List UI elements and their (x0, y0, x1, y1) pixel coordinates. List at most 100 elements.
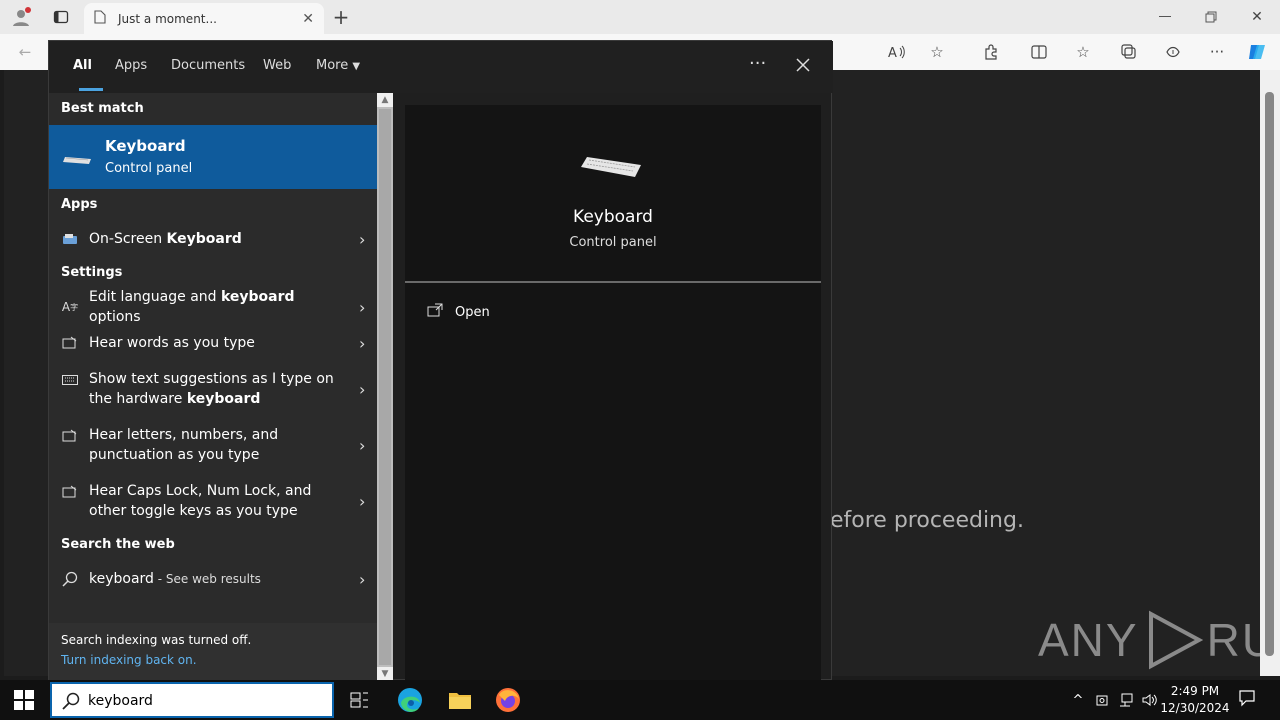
favorites-icon[interactable]: ☆ (1072, 41, 1094, 63)
web-search-result[interactable]: keyboard - See web results › (49, 569, 377, 589)
setting-hear-words[interactable]: Hear words as you type › (49, 333, 377, 353)
search-icon (62, 692, 80, 714)
page-message: efore proceeding. (830, 508, 1024, 533)
browser-essentials-icon[interactable] (1162, 41, 1184, 63)
chevron-up-icon[interactable]: ^ (1068, 690, 1088, 710)
setting-toggle-keys[interactable]: Hear Caps Lock, Num Lock, and other toggl… (49, 481, 377, 521)
minimize-icon[interactable] (1154, 6, 1176, 28)
tab-more-label: More (316, 58, 349, 73)
browser-tab-bar: Just a moment... ✕ + ✕ (0, 0, 1280, 34)
tab-web[interactable]: Web (263, 58, 291, 73)
profile-icon[interactable] (10, 6, 32, 28)
chevron-right-icon[interactable]: › (359, 298, 365, 317)
app-label-bold: Keyboard (166, 231, 242, 247)
scroll-up-icon[interactable]: ▲ (377, 93, 393, 107)
copilot-icon[interactable] (1246, 41, 1268, 63)
setting-text: Hear letters, numbers, and (89, 427, 279, 443)
narrator-icon (61, 483, 79, 501)
anyrun-watermark: ANY RUN (1038, 610, 1280, 670)
close-tab-icon[interactable]: ✕ (302, 11, 314, 27)
chevron-right-icon[interactable]: › (359, 570, 365, 589)
chevron-right-icon[interactable]: › (359, 334, 365, 353)
favorite-icon[interactable]: ☆ (926, 41, 948, 63)
notification-icon[interactable] (1238, 689, 1258, 709)
chevron-right-icon[interactable]: › (359, 492, 365, 511)
open-label: Open (455, 304, 490, 320)
setting-text-suggestions[interactable]: Show text suggestions as I type on the ha… (49, 369, 377, 409)
page-scrollbar-thumb[interactable] (1265, 92, 1274, 656)
open-icon (427, 303, 445, 321)
preview-title: Keyboard (573, 207, 653, 227)
setting-text-bold: keyboard (186, 391, 261, 407)
results-scrollbar-thumb[interactable] (379, 109, 391, 665)
app-on-screen-keyboard[interactable]: On-Screen Keyboard › (49, 229, 377, 249)
edge-icon[interactable] (396, 686, 424, 714)
scroll-down-icon[interactable]: ▼ (377, 667, 393, 681)
file-explorer-icon[interactable] (446, 686, 474, 714)
split-screen-icon[interactable] (1028, 41, 1050, 63)
keyboard-icon (581, 153, 643, 183)
narrator-icon (61, 334, 79, 352)
indexing-link[interactable]: Turn indexing back on. (61, 653, 197, 667)
taskbar-search-box[interactable] (50, 682, 334, 718)
restore-icon[interactable] (1200, 6, 1222, 28)
clock-date: 12/30/2024 (1160, 701, 1230, 715)
setting-text-line2: other toggle keys as you type (89, 503, 298, 519)
setting-text-line2: the hardware (89, 391, 187, 407)
settings-header: Settings (61, 265, 123, 280)
page-icon (94, 10, 106, 27)
preview-divider (405, 281, 821, 283)
setting-hear-letters[interactable]: Hear letters, numbers, and punctuation as… (49, 425, 377, 465)
browser-tab[interactable]: Just a moment... ✕ (84, 3, 324, 34)
read-aloud-icon[interactable]: A (886, 41, 908, 63)
tab-documents[interactable]: Documents (171, 58, 245, 73)
new-tab-icon[interactable]: + (330, 5, 352, 29)
best-match-subtitle: Control panel (105, 161, 193, 176)
back-icon[interactable]: ← (14, 41, 36, 63)
best-match-item[interactable]: Keyboard Control panel (49, 125, 377, 189)
app-label-pre: On-Screen (89, 231, 167, 247)
chevron-right-icon[interactable]: › (359, 380, 365, 399)
setting-text: Hear words as you type (89, 335, 255, 351)
search-icon (61, 570, 79, 588)
keyboard-icon (63, 151, 93, 170)
more-options-icon[interactable]: ··· (749, 53, 766, 74)
svg-text:A: A (888, 46, 897, 60)
windows-start-icon[interactable] (14, 690, 34, 714)
collections-icon[interactable] (1118, 41, 1140, 63)
tab-all[interactable]: All (73, 58, 92, 73)
narrator-icon (61, 427, 79, 445)
tab-apps[interactable]: Apps (115, 58, 147, 73)
tab-more[interactable]: More ▼ (316, 58, 360, 73)
web-suffix: - See web results (153, 572, 261, 586)
search-flyout: All Apps Documents Web More ▼ ··· Best m… (48, 40, 833, 681)
tab-title: Just a moment... (118, 11, 217, 26)
clock-time: 2:49 PM (1170, 684, 1220, 698)
chevron-right-icon[interactable]: › (359, 436, 365, 455)
indexing-message: Search indexing was turned off. (61, 633, 252, 647)
firefox-icon[interactable] (494, 686, 522, 714)
extensions-icon[interactable] (980, 41, 1002, 63)
setting-text: Show text suggestions as I type on (89, 371, 334, 387)
chevron-right-icon[interactable]: › (359, 230, 365, 249)
setting-text-line2: punctuation as you type (89, 447, 260, 463)
tab-actions-icon[interactable] (50, 6, 72, 28)
security-icon[interactable] (1092, 690, 1112, 710)
setting-text: Edit language and (89, 289, 221, 305)
system-clock[interactable]: 2:49 PM 12/30/2024 (1160, 683, 1230, 717)
volume-icon[interactable] (1140, 690, 1160, 710)
page-scrollbar[interactable] (1260, 70, 1280, 676)
close-icon[interactable] (791, 53, 815, 77)
best-match-header: Best match (61, 101, 144, 116)
taskbar: ^ 2:49 PM 12/30/2024 (0, 680, 1280, 720)
setting-edit-language[interactable]: A字 Edit language and keyboard options › (49, 289, 377, 325)
network-icon[interactable] (1116, 690, 1136, 710)
more-icon[interactable]: ··· (1206, 41, 1228, 63)
web-query: keyboard (89, 571, 154, 587)
watermark-left: ANY (1038, 614, 1139, 666)
open-button[interactable]: Open (427, 301, 627, 323)
task-view-icon[interactable] (346, 686, 374, 714)
results-scrollbar[interactable]: ▲ ▼ (377, 93, 393, 681)
close-window-icon[interactable]: ✕ (1246, 6, 1268, 28)
search-input[interactable] (88, 690, 328, 712)
